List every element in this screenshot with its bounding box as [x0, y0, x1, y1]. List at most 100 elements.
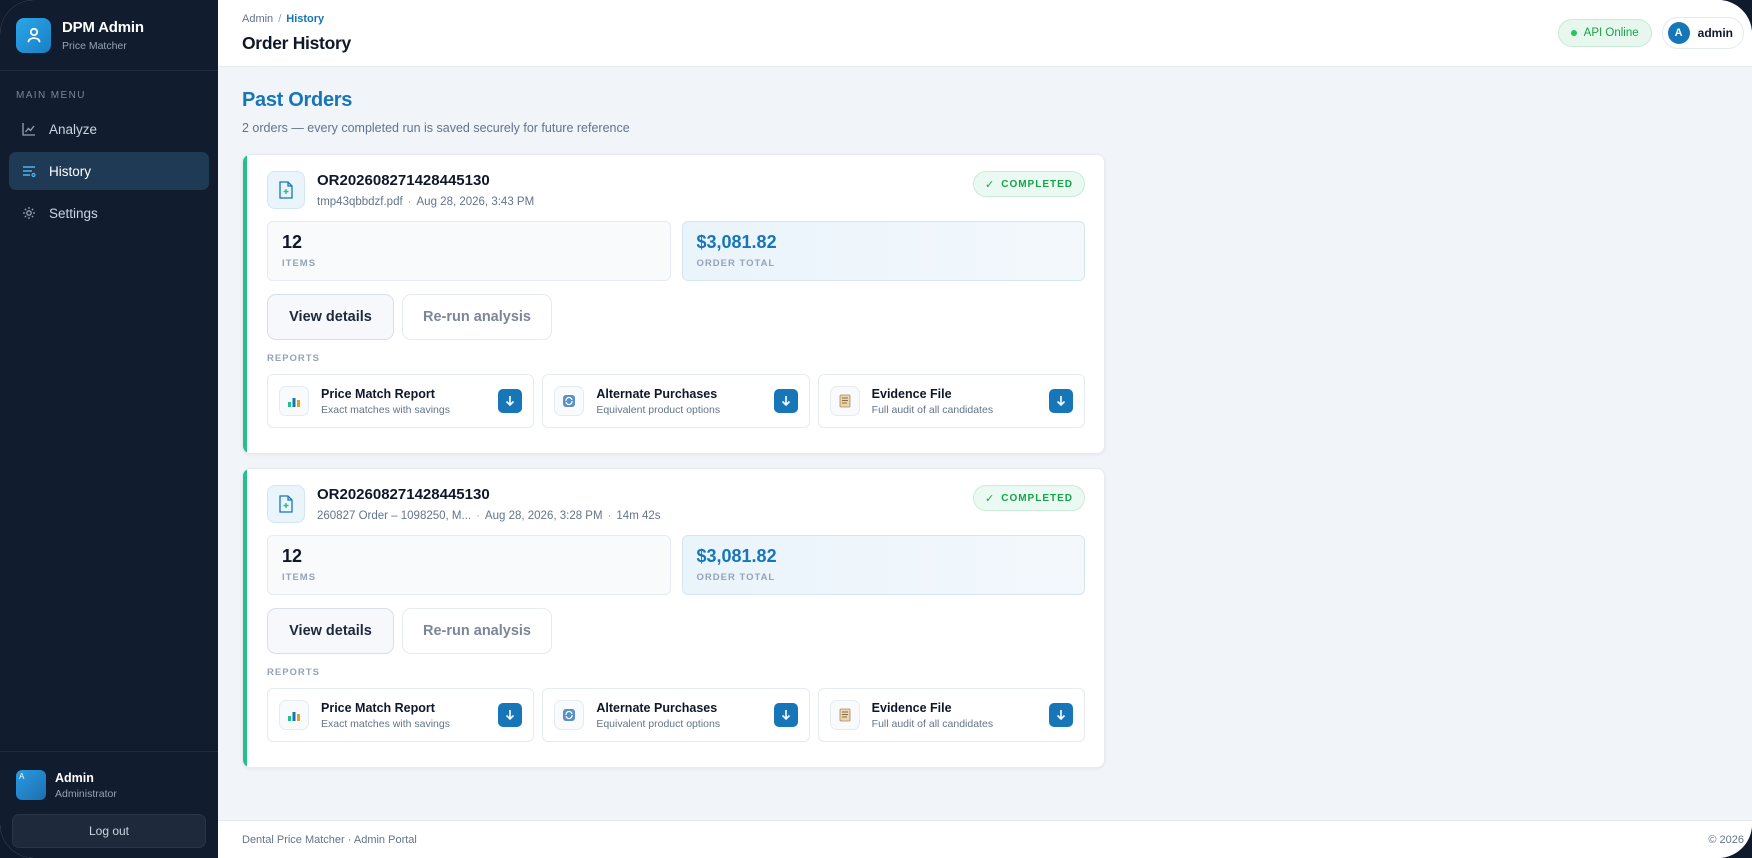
order-total-label: ORDER TOTAL: [696, 572, 776, 583]
order-file: 260827 Order – 1098250, M...: [317, 510, 472, 522]
total-stat: $3,081.82 ORDER TOTAL: [681, 221, 1085, 281]
main-area: Admin / History Order History API Online A…: [218, 0, 1752, 858]
sidebar-item-label: History: [49, 163, 92, 179]
reports-label: REPORTS: [267, 667, 320, 678]
report-price-match[interactable]: Price Match Report Exact matches with sa…: [267, 688, 535, 742]
items-label: ITEMS: [282, 258, 317, 269]
check-icon: ✓: [985, 492, 996, 505]
report-name: Price Match Report: [321, 386, 435, 401]
section-title: Past Orders: [242, 89, 353, 111]
status-accent-bar: [243, 469, 247, 767]
app-window: DPM Admin Price Matcher MAIN MENU Analyz…: [0, 0, 1752, 858]
chart-line-icon: [21, 121, 37, 137]
order-card: OR202608271428445130 tmp43qbbdzf.pdf · Aug…: [242, 154, 1105, 454]
sidebar-item-history[interactable]: History: [9, 152, 209, 190]
report-price-match[interactable]: Price Match Report Exact matches with sa…: [267, 374, 535, 428]
page-title: Order History: [242, 32, 351, 53]
ledger-icon: [829, 700, 860, 730]
gear-icon: [21, 205, 37, 221]
report-alternate-purchases[interactable]: Alternate Purchases Equivalent product o…: [542, 688, 810, 742]
section-subtitle: 2 orders — every completed run is saved …: [242, 121, 630, 135]
report-evidence-file[interactable]: Evidence File Full audit of all candidat…: [817, 374, 1085, 428]
report-desc: Exact matches with savings: [321, 717, 450, 730]
order-date: Aug 28, 2026, 3:28 PM: [484, 510, 603, 522]
download-icon[interactable]: [1048, 703, 1073, 727]
content: Past Orders 2 orders — every completed r…: [218, 67, 1752, 768]
order-meta: tmp43qbbdzf.pdf · Aug 28, 2026, 3:43 PM: [317, 196, 535, 208]
status-text: COMPLETED: [1001, 178, 1073, 190]
status-badge: ✓ COMPLETED: [973, 171, 1085, 197]
avatar: A: [16, 770, 46, 800]
sidebar-item-label: Analyze: [49, 121, 98, 137]
avatar: A: [1667, 22, 1690, 44]
breadcrumb-current: History: [286, 12, 325, 25]
status-badge: ✓ COMPLETED: [973, 485, 1085, 511]
status-dot-icon: [1570, 30, 1577, 36]
breadcrumb-root[interactable]: Admin: [242, 13, 273, 25]
user-profile: A Admin Administrator: [12, 770, 206, 800]
menu-label: MAIN MENU: [16, 90, 86, 101]
footer-text: Dental Price Matcher · Admin Portal: [242, 833, 417, 846]
sidebar-item-label: Settings: [49, 205, 98, 221]
order-total-label: ORDER TOTAL: [696, 258, 776, 269]
breadcrumb: Admin / History: [242, 13, 351, 25]
user-menu[interactable]: A admin: [1661, 17, 1744, 49]
document-icon: [267, 485, 305, 523]
check-icon: ✓: [985, 178, 996, 191]
refresh-icon: [554, 386, 585, 416]
report-name: Evidence File: [871, 700, 952, 715]
items-stat: 12 ITEMS: [267, 221, 671, 281]
logout-button[interactable]: Log out: [12, 814, 206, 848]
top-bar: Admin / History Order History API Online A…: [218, 0, 1752, 67]
report-name: Alternate Purchases: [596, 700, 718, 715]
report-desc: Exact matches with savings: [321, 403, 450, 416]
sidebar-item-analyze[interactable]: Analyze: [9, 110, 209, 148]
brand: DPM Admin Price Matcher: [0, 0, 218, 71]
order-duration: 14m 42s: [616, 510, 661, 522]
view-details-button[interactable]: View details: [267, 294, 394, 340]
order-total: $3,081.82: [696, 232, 777, 252]
user-menu-name: admin: [1697, 26, 1733, 40]
report-desc: Full audit of all candidates: [871, 403, 994, 416]
user-role: Administrator: [55, 787, 117, 800]
bar-chart-icon: [279, 386, 309, 416]
report-name: Evidence File: [871, 386, 952, 401]
order-id: OR202608271428445130: [317, 486, 490, 503]
items-count: 12: [282, 232, 303, 252]
status-text: COMPLETED: [1001, 492, 1073, 504]
items-stat: 12 ITEMS: [267, 535, 671, 595]
download-icon[interactable]: [498, 703, 523, 727]
download-icon[interactable]: [498, 389, 523, 413]
order-meta: 260827 Order – 1098250, M... · Aug 28, 202…: [317, 510, 661, 522]
rerun-analysis-button[interactable]: Re-run analysis: [402, 608, 552, 654]
sidebar-item-settings[interactable]: Settings: [9, 194, 209, 232]
reports-label: REPORTS: [267, 353, 320, 364]
api-status-text: API Online: [1583, 27, 1639, 39]
report-desc: Full audit of all candidates: [871, 717, 994, 730]
api-status-badge: API Online: [1557, 19, 1652, 47]
download-icon[interactable]: [773, 703, 798, 727]
brand-logo-icon: [16, 17, 51, 53]
report-desc: Equivalent product options: [596, 403, 721, 416]
order-date: Aug 28, 2026, 3:43 PM: [416, 196, 535, 208]
download-icon[interactable]: [1048, 389, 1073, 413]
copyright: © 2026: [1708, 833, 1744, 846]
sidebar: DPM Admin Price Matcher MAIN MENU Analyz…: [0, 0, 218, 858]
report-alternate-purchases[interactable]: Alternate Purchases Equivalent product o…: [542, 374, 810, 428]
report-evidence-file[interactable]: Evidence File Full audit of all candidat…: [817, 688, 1085, 742]
breadcrumb-separator: /: [278, 12, 282, 25]
download-icon[interactable]: [773, 389, 798, 413]
list-icon: [21, 163, 37, 179]
view-details-button[interactable]: View details: [267, 608, 394, 654]
order-total: $3,081.82: [696, 546, 777, 566]
items-count: 12: [282, 546, 303, 566]
report-name: Price Match Report: [321, 700, 435, 715]
report-desc: Equivalent product options: [596, 717, 721, 730]
refresh-icon: [554, 700, 585, 730]
order-file: tmp43qbbdzf.pdf: [317, 196, 403, 208]
total-stat: $3,081.82 ORDER TOTAL: [681, 535, 1085, 595]
user-name: Admin: [55, 770, 94, 785]
document-icon: [267, 171, 305, 209]
bar-chart-icon: [279, 700, 309, 730]
rerun-analysis-button[interactable]: Re-run analysis: [402, 294, 552, 340]
